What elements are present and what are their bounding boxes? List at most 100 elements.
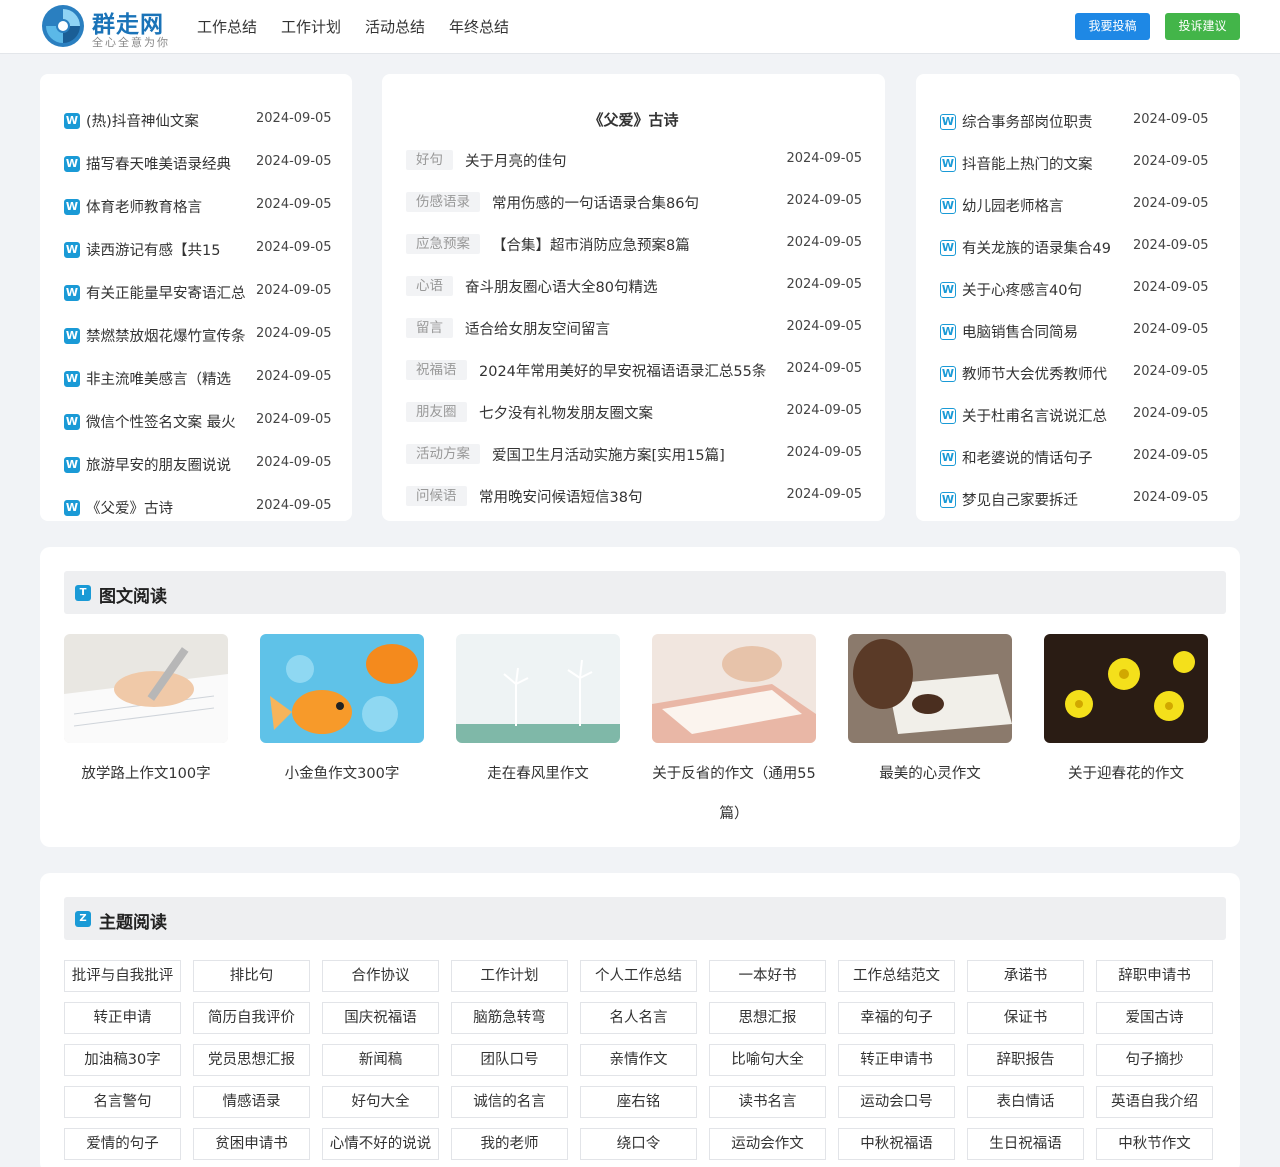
picture-card[interactable]: 关于迎春花的作文 (1044, 634, 1208, 794)
topic-tag[interactable]: 情感语录 (193, 1086, 310, 1118)
topic-tag[interactable]: 辞职报告 (967, 1044, 1084, 1076)
topic-tag[interactable]: 批评与自我批评 (64, 960, 181, 992)
nav-item-activity-summary[interactable]: 活动总结 (365, 16, 425, 37)
topic-tag[interactable]: 名言警句 (64, 1086, 181, 1118)
picture-caption[interactable]: 放学路上作文100字 (57, 754, 235, 794)
picture-card[interactable]: 小金鱼作文300字 (260, 634, 424, 794)
article-row[interactable]: W 梦见自己家要拆迁 2024-09-05 (940, 488, 1210, 521)
topic-tag[interactable]: 新闻稿 (322, 1044, 439, 1076)
category-tag[interactable]: 祝福语 (406, 360, 467, 380)
topic-tag[interactable]: 辞职申请书 (1096, 960, 1213, 992)
category-tag[interactable]: 朋友圈 (406, 402, 467, 422)
topic-tag[interactable]: 好句大全 (322, 1086, 439, 1118)
category-tag[interactable]: 留言 (406, 318, 453, 338)
topic-tag[interactable]: 名人名言 (580, 1002, 697, 1034)
article-title[interactable]: 梦见自己家要拆迁 (962, 489, 1122, 510)
topic-tag[interactable]: 绕口令 (580, 1128, 697, 1160)
article-title[interactable]: 有关龙族的语录集合49 (962, 237, 1122, 258)
article-row[interactable]: W 电脑销售合同简易 2024-09-05 (940, 320, 1210, 362)
topic-tag[interactable]: 座右铭 (580, 1086, 697, 1118)
article-title[interactable]: 抖音能上热门的文案 (962, 153, 1122, 174)
article-title[interactable]: 描写春天唯美语录经典 (86, 153, 254, 174)
topic-tag[interactable]: 保证书 (967, 1002, 1084, 1034)
topic-tag[interactable]: 合作协议 (322, 960, 439, 992)
article-row[interactable]: W 教师节大会优秀教师代 2024-09-05 (940, 362, 1210, 404)
tagged-article-row[interactable]: 朋友圈 七夕没有礼物发朋友圈文案 2024-09-05 (406, 402, 862, 444)
topic-tag[interactable]: 表白情话 (967, 1086, 1084, 1118)
article-row[interactable]: W (热)抖音神仙文案 2024-09-05 (64, 109, 334, 152)
article-title[interactable]: 奋斗朋友圈心语大全80句精选 (465, 276, 657, 297)
article-row[interactable]: W 抖音能上热门的文案 2024-09-05 (940, 152, 1210, 194)
topic-tag[interactable]: 亲情作文 (580, 1044, 697, 1076)
topic-tag[interactable]: 中秋祝福语 (838, 1128, 955, 1160)
topic-tag[interactable]: 爱国古诗 (1096, 1002, 1213, 1034)
article-title[interactable]: 幼儿园老师格言 (962, 195, 1122, 216)
category-tag[interactable]: 活动方案 (406, 444, 480, 464)
article-row[interactable]: W 微信个性签名文案 最火 2024-09-05 (64, 410, 334, 453)
article-title[interactable]: 常用伤感的一句话语录合集86句 (492, 192, 699, 213)
topic-tag[interactable]: 运动会作文 (709, 1128, 826, 1160)
tagged-article-row[interactable]: 问候语 常用晚安问候语短信38句 2024-09-05 (406, 486, 862, 521)
article-title[interactable]: 七夕没有礼物发朋友圈文案 (479, 402, 653, 423)
topic-tag[interactable]: 个人工作总结 (580, 960, 697, 992)
picture-caption[interactable]: 走在春风里作文 (449, 754, 627, 794)
topic-tag[interactable]: 我的老师 (451, 1128, 568, 1160)
article-title[interactable]: 常用晚安问候语短信38句 (479, 486, 642, 507)
picture-card[interactable]: 关于反省的作文（通用55篇） (652, 634, 816, 834)
feedback-button[interactable]: 投诉建议 (1165, 13, 1240, 40)
topic-tag[interactable]: 读书名言 (709, 1086, 826, 1118)
topic-tag[interactable]: 简历自我评价 (193, 1002, 310, 1034)
site-logo[interactable]: 群走网 全心全意为你 (40, 3, 175, 51)
topic-tag[interactable]: 爱情的句子 (64, 1128, 181, 1160)
topic-tag[interactable]: 排比句 (193, 960, 310, 992)
article-row[interactable]: W 禁燃禁放烟花爆竹宣传条 2024-09-05 (64, 324, 334, 367)
article-title[interactable]: 体育老师教育格言 (86, 196, 254, 217)
article-title[interactable]: 和老婆说的情话句子 (962, 447, 1122, 468)
tagged-article-row[interactable]: 好句 关于月亮的佳句 2024-09-05 (406, 150, 862, 192)
article-title[interactable]: 旅游早安的朋友圈说说 (86, 454, 254, 475)
article-row[interactable]: W 有关正能量早安寄语汇总 2024-09-05 (64, 281, 334, 324)
topic-tag[interactable]: 生日祝福语 (967, 1128, 1084, 1160)
featured-title[interactable]: 《父爱》古诗 (382, 109, 885, 130)
tagged-article-row[interactable]: 留言 适合给女朋友空间留言 2024-09-05 (406, 318, 862, 360)
article-title[interactable]: 关于杜甫名言说说汇总 (962, 405, 1122, 426)
picture-caption[interactable]: 最美的心灵作文 (841, 754, 1019, 794)
article-title[interactable]: 关于心疼感言40句 (962, 279, 1122, 300)
article-title[interactable]: 适合给女朋友空间留言 (465, 318, 610, 339)
submit-article-button[interactable]: 我要投稿 (1075, 13, 1150, 40)
picture-caption[interactable]: 关于迎春花的作文 (1037, 754, 1215, 794)
article-title[interactable]: 教师节大会优秀教师代 (962, 363, 1122, 384)
article-title[interactable]: 微信个性签名文案 最火 (86, 411, 254, 432)
tagged-article-row[interactable]: 伤感语录 常用伤感的一句话语录合集86句 2024-09-05 (406, 192, 862, 234)
picture-card[interactable]: 走在春风里作文 (456, 634, 620, 794)
article-row[interactable]: W 关于杜甫名言说说汇总 2024-09-05 (940, 404, 1210, 446)
article-row[interactable]: W 和老婆说的情话句子 2024-09-05 (940, 446, 1210, 488)
topic-tag[interactable]: 工作计划 (451, 960, 568, 992)
topic-tag[interactable]: 工作总结范文 (838, 960, 955, 992)
tagged-article-row[interactable]: 活动方案 爱国卫生月活动实施方案[实用15篇] 2024-09-05 (406, 444, 862, 486)
topic-tag[interactable]: 团队口号 (451, 1044, 568, 1076)
topic-tag[interactable]: 转正申请书 (838, 1044, 955, 1076)
article-title[interactable]: 综合事务部岗位职责 (962, 111, 1122, 132)
topic-tag[interactable]: 一本好书 (709, 960, 826, 992)
nav-item-work-plan[interactable]: 工作计划 (281, 16, 341, 37)
article-title[interactable]: 【合集】超市消防应急预案8篇 (492, 234, 690, 255)
article-title[interactable]: 关于月亮的佳句 (465, 150, 567, 171)
tagged-article-row[interactable]: 祝福语 2024年常用美好的早安祝福语语录汇总55条 2024-09-05 (406, 360, 862, 402)
article-row[interactable]: W 体育老师教育格言 2024-09-05 (64, 195, 334, 238)
article-row[interactable]: W 综合事务部岗位职责 2024-09-05 (940, 110, 1210, 152)
article-row[interactable]: W 幼儿园老师格言 2024-09-05 (940, 194, 1210, 236)
picture-caption[interactable]: 小金鱼作文300字 (253, 754, 431, 794)
topic-tag[interactable]: 幸福的句子 (838, 1002, 955, 1034)
article-title[interactable]: 读西游记有感【共15 (86, 239, 254, 260)
article-row[interactable]: W 有关龙族的语录集合49 2024-09-05 (940, 236, 1210, 278)
topic-tag[interactable]: 转正申请 (64, 1002, 181, 1034)
topic-tag[interactable]: 加油稿30字 (64, 1044, 181, 1076)
topic-tag[interactable]: 运动会口号 (838, 1086, 955, 1118)
topic-tag[interactable]: 句子摘抄 (1096, 1044, 1213, 1076)
topic-tag[interactable]: 脑筋急转弯 (451, 1002, 568, 1034)
article-title[interactable]: 非主流唯美感言（精选 (86, 368, 254, 389)
topic-tag[interactable]: 党员思想汇报 (193, 1044, 310, 1076)
topic-tag[interactable]: 思想汇报 (709, 1002, 826, 1034)
topic-tag[interactable]: 诚信的名言 (451, 1086, 568, 1118)
